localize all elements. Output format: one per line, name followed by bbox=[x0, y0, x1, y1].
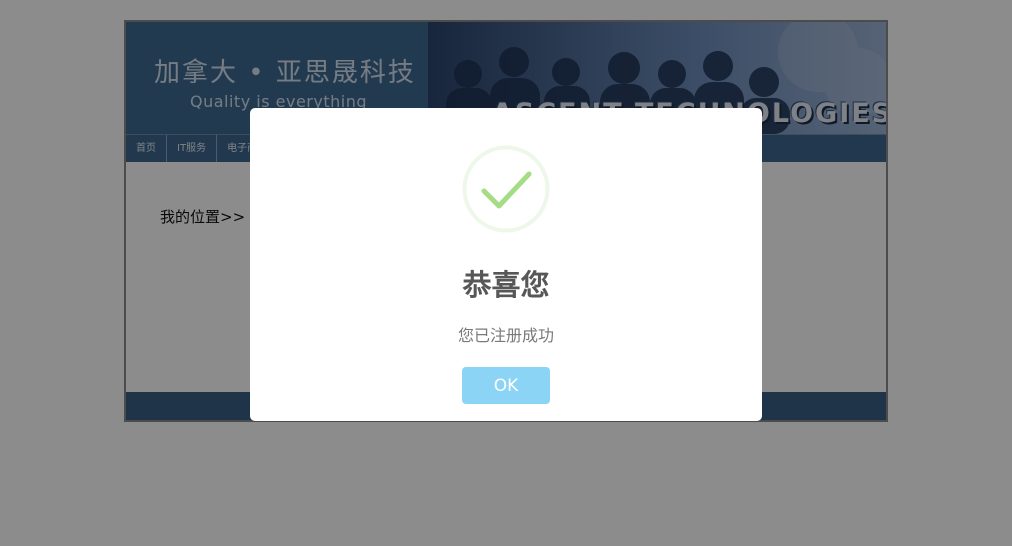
ok-button[interactable]: OK bbox=[462, 367, 550, 404]
dialog-title: 恭喜您 bbox=[462, 268, 550, 302]
success-check-icon bbox=[462, 145, 550, 233]
dialog-message: 您已注册成功 bbox=[457, 326, 554, 345]
success-dialog: 恭喜您 您已注册成功 OK bbox=[250, 108, 762, 421]
